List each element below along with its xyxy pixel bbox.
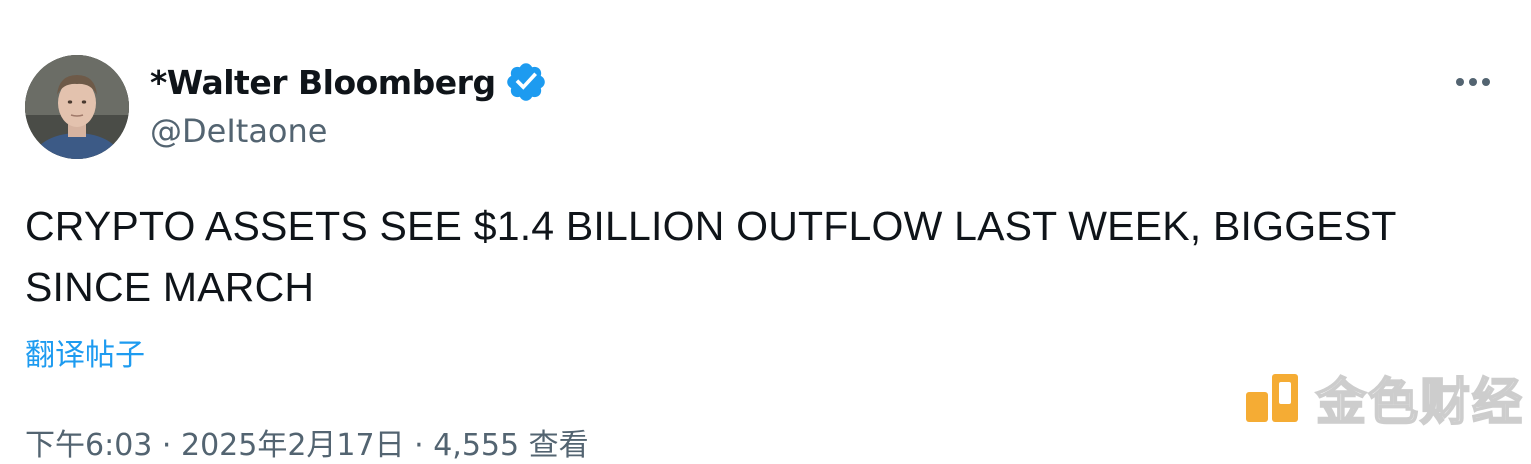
watermark-text: 金色财经 <box>1315 372 1524 432</box>
tweet-card: *Walter Bloomberg @DeItaone CRYPTO ASSET… <box>0 0 1531 463</box>
watermark: 金色财经 <box>1246 362 1524 434</box>
name-row: *Walter Bloomberg <box>150 58 548 106</box>
author-block: *Walter Bloomberg @DeItaone <box>150 58 548 150</box>
post-text: CRYPTO ASSETS SEE $1.4 BILLION OUTFLOW L… <box>25 203 1396 310</box>
post-meta[interactable]: 下午6:03 · 2025年2月17日 · 4,555 查看 <box>25 420 589 464</box>
translate-post-link[interactable]: 翻译帖子 <box>25 330 145 374</box>
jinse-logo-icon <box>1246 370 1302 426</box>
user-handle[interactable]: @DeItaone <box>150 112 548 150</box>
more-options-button[interactable] <box>1448 62 1498 102</box>
avatar[interactable] <box>25 55 129 159</box>
verified-badge-icon[interactable] <box>504 60 548 104</box>
more-horizontal-icon <box>1456 78 1490 86</box>
avatar-image <box>25 55 129 159</box>
display-name[interactable]: *Walter Bloomberg <box>150 63 496 102</box>
